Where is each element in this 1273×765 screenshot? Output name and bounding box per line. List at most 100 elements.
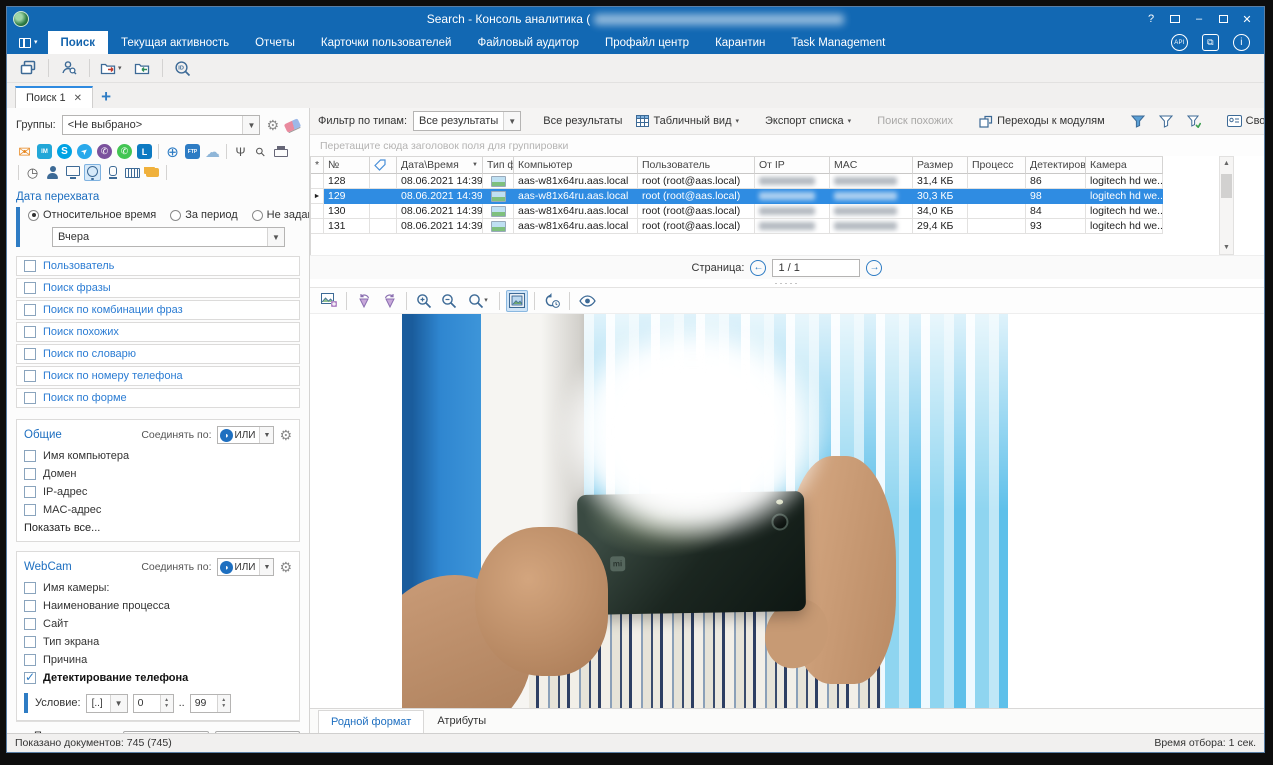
stepper-arrows-icon[interactable]: ▲▼: [217, 695, 230, 712]
folder-edit-icon[interactable]: [144, 164, 161, 181]
scroll-up-icon[interactable]: ▲: [1223, 157, 1230, 170]
tab-search-1[interactable]: Поиск 1 ✕: [15, 86, 93, 108]
common-item-2[interactable]: Домен: [24, 468, 292, 480]
filter-by-type-combobox[interactable]: Все результаты ▼: [413, 111, 521, 131]
restore-button[interactable]: [1212, 10, 1234, 28]
rotate-right-button[interactable]: [378, 290, 400, 312]
lync-icon[interactable]: L: [136, 143, 153, 160]
keyboard-icon[interactable]: [124, 164, 141, 181]
filter-user-button[interactable]: [1127, 113, 1149, 130]
column-header-det[interactable]: Детектирова: [1026, 157, 1086, 174]
common-item-4[interactable]: MAC-адрес: [24, 504, 292, 516]
api-icon[interactable]: API: [1171, 34, 1188, 51]
menu-item-5[interactable]: Файловый аудитор: [464, 31, 592, 54]
checkbox-icon[interactable]: [24, 504, 36, 516]
show-detection-button[interactable]: [576, 290, 598, 312]
checkbox-icon[interactable]: [24, 618, 36, 630]
info-icon[interactable]: i: [1233, 34, 1250, 51]
printer-icon[interactable]: [272, 143, 289, 160]
show-all-link[interactable]: Показать все...: [24, 522, 292, 534]
checkbox-icon[interactable]: [24, 450, 36, 462]
chevron-down-icon[interactable]: ▼: [242, 116, 259, 134]
page-input[interactable]: 1 / 1: [772, 259, 860, 277]
column-header-type[interactable]: Тип фа: [483, 157, 514, 174]
user-search-button[interactable]: [56, 56, 82, 80]
app-menu-button[interactable]: ▾: [7, 31, 48, 54]
clear-eraser-icon[interactable]: [284, 118, 301, 132]
checkbox-icon[interactable]: [24, 486, 36, 498]
checkbox-icon[interactable]: [24, 260, 36, 272]
table-view-button[interactable]: Табличный вид ▾: [632, 113, 743, 129]
filter-computer-button[interactable]: [1155, 113, 1177, 130]
scrollbar-thumb[interactable]: [1221, 174, 1232, 198]
close-button[interactable]: ✕: [1236, 10, 1258, 28]
webcam-item-4[interactable]: Тип экрана: [24, 636, 292, 648]
column-header-comp[interactable]: Компьютер: [514, 157, 638, 174]
table-row[interactable]: 12808.06.2021 14:39:41aas-w81x64ru.aas.l…: [311, 174, 1163, 189]
column-header-size[interactable]: Размер: [913, 157, 968, 174]
column-header-cam[interactable]: Камера: [1086, 157, 1163, 174]
checkbox-icon[interactable]: [24, 370, 36, 382]
webcam-item-3[interactable]: Сайт: [24, 618, 292, 630]
rotate-left-button[interactable]: [353, 290, 375, 312]
menu-item-3[interactable]: Отчеты: [242, 31, 308, 54]
zoom-select-button[interactable]: ▾: [463, 290, 493, 312]
menu-item-2[interactable]: Текущая активность: [108, 31, 242, 54]
filter-box-4[interactable]: Поиск похожих: [16, 322, 300, 342]
image-viewer[interactable]: mi: [310, 314, 1264, 708]
import-search-button[interactable]: [129, 56, 155, 80]
all-results-button[interactable]: Все результаты: [539, 113, 626, 129]
checkbox-icon[interactable]: [24, 654, 36, 666]
radio-1[interactable]: Относительное время: [28, 209, 156, 221]
checkbox-icon[interactable]: [24, 636, 36, 648]
webcam-icon[interactable]: [84, 164, 101, 181]
device-search-icon[interactable]: ⚲: [252, 143, 269, 160]
checkbox-icon[interactable]: [24, 326, 36, 338]
checkbox-icon[interactable]: [24, 600, 36, 612]
checkbox-icon[interactable]: [24, 392, 36, 404]
table-row[interactable]: 13108.06.2021 14:39:33aas-w81x64ru.aas.l…: [311, 219, 1163, 234]
close-tab-icon[interactable]: ✕: [74, 93, 82, 104]
checkbox-icon[interactable]: [24, 348, 36, 360]
menu-item-6[interactable]: Профайл центр: [592, 31, 702, 54]
common-item-1[interactable]: Имя компьютера: [24, 450, 292, 462]
chevron-down-icon[interactable]: ▼: [259, 427, 273, 443]
menu-item-7[interactable]: Карантин: [702, 31, 778, 54]
checkbox-icon[interactable]: [24, 282, 36, 294]
column-header-num[interactable]: №: [324, 157, 370, 174]
usb-icon[interactable]: Ψ: [232, 143, 249, 160]
viewer-tab-2[interactable]: Атрибуты: [424, 709, 499, 733]
whatsapp-icon[interactable]: ✆: [116, 143, 133, 160]
save-image-button[interactable]: [318, 290, 340, 312]
skype-icon[interactable]: S: [56, 143, 73, 160]
export-search-button[interactable]: ▾: [97, 56, 125, 80]
help-button[interactable]: ?: [1140, 10, 1162, 28]
column-header-user[interactable]: Пользователь: [638, 157, 755, 174]
viber-icon[interactable]: ✆: [96, 143, 113, 160]
export-list-button[interactable]: Экспорт списка ▾: [761, 113, 855, 129]
modules-cube-icon[interactable]: ⧉: [1202, 34, 1219, 51]
condition-to-stepper[interactable]: 99 ▲▼: [190, 694, 231, 713]
common-settings-gear-icon[interactable]: ⚙: [279, 428, 292, 442]
filter-box-5[interactable]: Поиск по словарю: [16, 344, 300, 364]
groups-combobox[interactable]: <Не выбрано> ▼: [62, 115, 261, 135]
radio-2[interactable]: За период: [170, 209, 237, 221]
chevron-down-icon[interactable]: ▼: [110, 695, 127, 712]
user-clock-icon[interactable]: [44, 164, 61, 181]
checkbox-icon[interactable]: [24, 672, 36, 684]
id-search-button[interactable]: ID: [170, 56, 196, 80]
menu-item-4[interactable]: Карточки пользователей: [308, 31, 465, 54]
search-similar-button[interactable]: Поиск похожих: [873, 113, 957, 129]
mail-icon[interactable]: ✉: [16, 143, 33, 160]
menu-item-8[interactable]: Task Management: [778, 31, 898, 54]
minimize-button[interactable]: –: [1188, 10, 1210, 28]
viewer-tab-1[interactable]: Родной формат: [318, 710, 424, 734]
cloud-icon[interactable]: ☁: [204, 143, 221, 160]
common-item-3[interactable]: IP-адрес: [24, 486, 292, 498]
menu-item-1[interactable]: Поиск: [48, 31, 109, 54]
checkbox-icon[interactable]: [24, 582, 36, 594]
user-properties-button[interactable]: Свойства пользо...: [1223, 113, 1264, 129]
filter-box-6[interactable]: Поиск по номеру телефона: [16, 366, 300, 386]
refresh-button[interactable]: [541, 290, 563, 312]
condition-from-stepper[interactable]: 0 ▲▼: [133, 694, 174, 713]
